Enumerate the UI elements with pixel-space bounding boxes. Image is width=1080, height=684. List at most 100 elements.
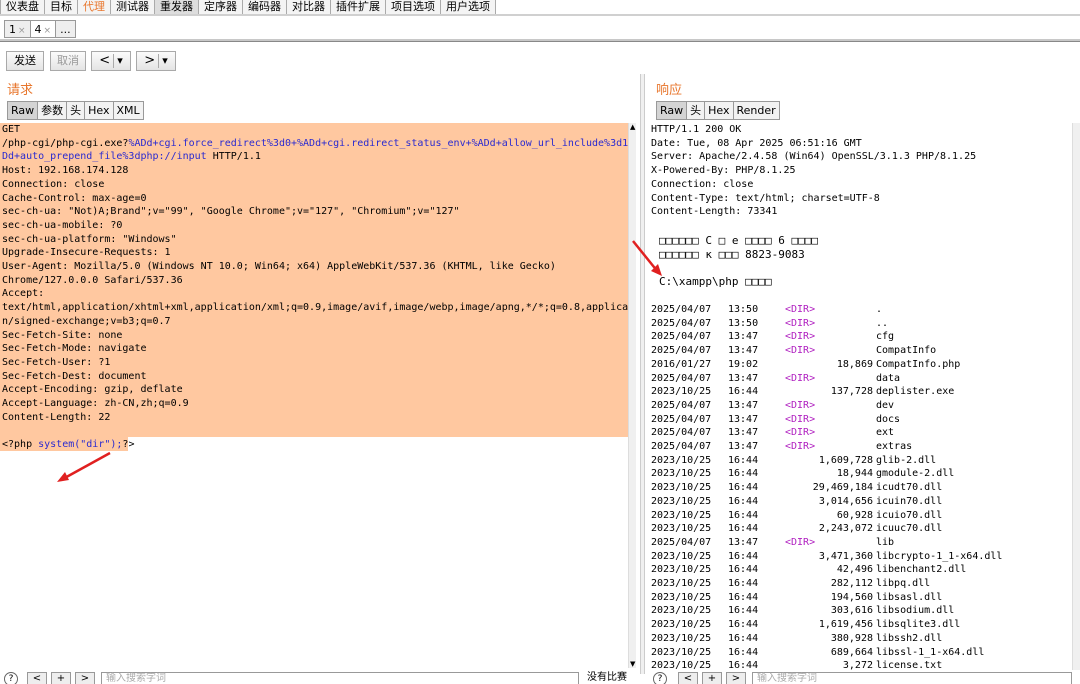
dir-entry-size: 3,272 xyxy=(842,660,873,670)
main-tab-3[interactable]: 测试器 xyxy=(110,0,155,15)
dir-entry-row: 2025/04/07 13:50 <DIR>.. xyxy=(651,317,1071,331)
request-header-line: Sec-Fetch-User: ?1 xyxy=(2,356,111,368)
response-search-next-button[interactable]: > xyxy=(726,672,746,684)
dir-entry-row: 2023/10/25 16:44 18,944 gmodule-2.dll xyxy=(651,467,1071,481)
dir-entry-row: 2023/10/25 16:44 282,112 libpq.dll xyxy=(651,577,1071,591)
dir-entry-time: 13:47 xyxy=(728,427,759,439)
request-search-input[interactable]: 输入搜索字词 xyxy=(101,672,579,684)
response-search-add-button[interactable]: + xyxy=(702,672,722,684)
panel-splitter[interactable] xyxy=(640,74,645,674)
repeater-tab-more[interactable]: ... xyxy=(55,20,76,38)
dir-entry-time: 13:47 xyxy=(728,536,759,548)
dir-entry-time: 16:44 xyxy=(728,632,759,644)
request-scrollbar[interactable]: ▲ ▼ xyxy=(628,123,636,668)
main-tab-10[interactable]: 用户选项 xyxy=(440,0,496,15)
response-tab-headers[interactable]: 头 xyxy=(686,101,706,120)
dir-entry-name: icudt70.dll xyxy=(876,482,943,494)
dir-entry-name: libcrypto-1_1-x64.dll xyxy=(876,550,1003,562)
request-editor[interactable]: GET /php-cgi/php-cgi.exe?%ADd+cgi.force_… xyxy=(0,123,628,668)
request-header-line: Accept: xyxy=(2,288,45,300)
dir-entry-date: 2023/10/25 xyxy=(651,591,712,603)
forward-button[interactable]: > ▾ xyxy=(136,51,176,71)
response-help-icon[interactable]: ? xyxy=(653,672,667,684)
scroll-up-icon[interactable]: ▲ xyxy=(630,123,635,131)
dir-entry-name: libsodium.dll xyxy=(876,605,955,617)
dir-entry-name: extras xyxy=(876,441,913,452)
response-garbled-line-1: □□□□□□ C □ e □□□□ 6 □□□□ xyxy=(659,234,818,247)
dir-entry-size: 1,609,728 xyxy=(818,454,873,466)
dir-entry-name: gmodule-2.dll xyxy=(876,468,955,480)
request-search-add-button[interactable]: + xyxy=(51,672,71,684)
main-tab-9[interactable]: 项目选项 xyxy=(385,0,441,15)
main-tab-0[interactable]: 仪表盘 xyxy=(0,0,45,15)
request-tab-headers[interactable]: 头 xyxy=(66,101,86,120)
request-panel-title: 请求 xyxy=(7,83,34,98)
forward-dropdown-icon[interactable]: ▾ xyxy=(162,54,168,67)
main-tab-2[interactable]: 代理 xyxy=(77,0,111,15)
response-search-prev-button[interactable]: < xyxy=(678,672,698,684)
scroll-down-icon[interactable]: ▼ xyxy=(630,660,635,668)
response-tab-render[interactable]: Render xyxy=(732,101,780,120)
dir-entry-time: 13:47 xyxy=(728,441,759,452)
dir-entry-time: 13:47 xyxy=(728,331,759,343)
repeater-tab-4[interactable]: 4 × xyxy=(29,20,57,38)
dir-entry-time: 16:44 xyxy=(728,591,759,603)
dir-entry-date: 2016/01/27 xyxy=(651,358,712,370)
response-tab-raw[interactable]: Raw xyxy=(656,101,688,120)
annotation-arrow-request xyxy=(57,451,111,482)
request-tab-params[interactable]: 参数 xyxy=(37,101,68,120)
request-help-icon[interactable]: ? xyxy=(4,672,18,684)
dir-entry-size: 3,471,360 xyxy=(818,550,873,562)
dir-entry-type: <DIR> xyxy=(785,317,816,329)
repeater-tab-1[interactable]: 1 × xyxy=(4,20,31,38)
request-header-line: Sec-Fetch-Mode: navigate xyxy=(2,343,147,355)
request-search-prev-button[interactable]: < xyxy=(27,672,47,684)
dir-entry-row: 2016/01/27 19:02 18,869 CompatInfo.php xyxy=(651,358,1071,372)
request-header-line: Upgrade-Insecure-Requests: 1 xyxy=(2,247,171,259)
dir-entry-size: 303,616 xyxy=(830,605,873,617)
response-tab-hex[interactable]: Hex xyxy=(704,101,734,120)
dir-entry-size: 282,112 xyxy=(830,578,873,589)
dir-entry-name: ext xyxy=(876,427,895,439)
dir-entry-date: 2025/04/07 xyxy=(651,345,712,357)
send-button[interactable]: 发送 xyxy=(6,51,44,71)
cancel-button[interactable]: 取消 xyxy=(50,51,86,71)
dir-entry-name: libssl-1_1-x64.dll xyxy=(876,646,985,658)
main-tab-6[interactable]: 编码器 xyxy=(242,0,287,15)
dir-entry-time: 16:44 xyxy=(728,619,759,631)
dir-entry-time: 16:44 xyxy=(728,468,759,480)
dir-entry-date: 2023/10/25 xyxy=(651,482,712,494)
main-tab-7[interactable]: 对比器 xyxy=(286,0,331,15)
response-header-line: Server: Apache/2.4.58 (Win64) OpenSSL/3.… xyxy=(651,151,977,163)
response-header-line: Content-Type: text/html; charset=UTF-8 xyxy=(651,192,880,204)
request-header-line: User-Agent: Mozilla/5.0 (Windows NT 10.0… xyxy=(2,261,556,272)
main-tab-5[interactable]: 定序器 xyxy=(198,0,243,15)
request-tab-xml[interactable]: XML xyxy=(112,101,144,120)
main-tab-8[interactable]: 插件扩展 xyxy=(330,0,386,15)
back-dropdown-icon[interactable]: ▾ xyxy=(117,54,123,67)
dir-entry-name: icuuc70.dll xyxy=(876,523,943,535)
dir-entry-name: deplister.exe xyxy=(876,386,955,398)
repeater-tab-more-label: ... xyxy=(60,23,71,36)
response-viewer[interactable]: HTTP/1.1 200 OK Date: Tue, 08 Apr 2025 06… xyxy=(650,123,1080,670)
response-panel-title: 响应 xyxy=(656,83,683,98)
main-tab-4[interactable]: 重发器 xyxy=(154,0,199,15)
dir-entry-name: CompatInfo xyxy=(876,345,937,357)
request-header-line: Connection: close xyxy=(2,178,105,190)
request-url-params-cont: Dd+auto_prepend_file%3dphp://input xyxy=(2,151,207,163)
response-scrollbar[interactable] xyxy=(1072,123,1080,670)
back-button[interactable]: < ▾ xyxy=(91,51,131,71)
dir-entry-type: <DIR> xyxy=(785,427,816,439)
request-tab-hex[interactable]: Hex xyxy=(84,101,114,120)
tab-close-icon[interactable]: × xyxy=(44,26,52,36)
request-tab-raw[interactable]: Raw xyxy=(7,101,39,120)
main-tab-1[interactable]: 目标 xyxy=(44,0,78,15)
forward-arrow-icon: > xyxy=(144,53,156,68)
request-search-next-button[interactable]: > xyxy=(75,672,95,684)
response-search-input[interactable]: 输入搜索字词 xyxy=(752,672,1072,684)
dir-entry-date: 2025/04/07 xyxy=(651,536,712,548)
request-header-line: Accept-Encoding: gzip, deflate xyxy=(2,384,183,396)
dir-entry-type: <DIR> xyxy=(785,399,816,411)
tab-close-icon[interactable]: × xyxy=(18,26,26,36)
dir-entry-name: libssh2.dll xyxy=(876,632,943,644)
